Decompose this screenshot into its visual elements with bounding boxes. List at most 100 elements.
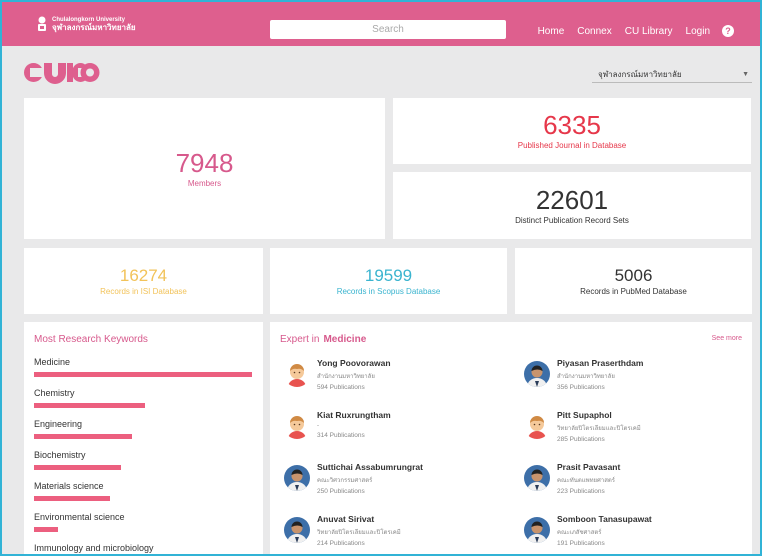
expert-publications: 594 Publications [317,384,365,391]
keyword-label: Immunology and microbiology [34,543,154,553]
expert-department: คณะวิศวกรรมศาสตร์ [317,478,373,484]
avatar [284,465,310,491]
members-card: 7948 Members [24,98,385,239]
expert-card[interactable]: Suttichai Assabumrungrat คณะวิศวกรรมศาสตร… [284,462,484,495]
organization-select[interactable]: จุฬาลงกรณ์มหาวิทยาลัย ▼ [592,67,752,83]
record-sets-label: Distinct Publication Record Sets [515,215,629,225]
isi-label: Records in ISI Database [100,286,187,296]
expert-department: สำนักงานมหาวิทยาลัย [317,374,375,380]
keyword-item[interactable]: Environmental science [34,512,125,532]
logo-english: Chulalongkorn University [52,16,126,23]
expert-publications: 314 Publications [317,432,365,439]
research-keywords-panel: Most Research Keywords Medicine Chemistry… [24,322,263,556]
expert-card[interactable]: Prasit Pavasant คณะทันตแพทยศาสตร์ 223 Publ… [524,462,724,495]
expert-department: - [317,423,319,429]
expert-department: สำนักงานมหาวิทยาลัย [557,374,615,380]
members-count: 7948 [175,147,234,178]
expert-publications: 285 Publications [557,436,605,443]
university-logo[interactable]: Chulalongkorn University จุฬาลงกรณ์มหาวิ… [36,16,136,32]
expert-name[interactable]: Pitt Supaphol [557,410,641,420]
nav-home-link[interactable]: Home [538,26,565,37]
keywords-title: Most Research Keywords [34,334,148,345]
nav-cu-library-link[interactable]: CU Library [625,26,673,37]
keyword-bar [34,527,58,532]
expert-publications: 214 Publications [317,540,365,547]
organization-select-value: จุฬาลงกรณ์มหาวิทยาลัย [598,70,682,79]
see-more-link[interactable]: See more [712,335,742,342]
keyword-label: Biochemistry [34,450,86,460]
expert-department: คณะเภสัชศาสตร์ [557,530,602,536]
avatar [284,517,310,543]
search-input[interactable] [270,20,506,39]
journal-label: Published Journal in Database [517,141,627,150]
expert-name[interactable]: Prasit Pavasant [557,462,620,472]
avatar-placeholder-icon [284,361,310,387]
expert-name[interactable]: Piyasan Praserthdam [557,358,643,368]
expert-panel: Expert in Medicine See more Yong Poovoraw… [270,322,752,556]
isi-card: 16274 Records in ISI Database [24,248,263,314]
published-journal-card: 6335 Published Journal in Database [393,98,751,164]
avatar [524,465,550,491]
keyword-bar [34,372,252,377]
expert-publications: 356 Publications [557,384,605,391]
expert-card[interactable]: Piyasan Praserthdam สำนักงานมหาวิทยาลัย 35… [524,358,724,391]
record-sets-card: 22601 Distinct Publication Record Sets [393,172,751,239]
help-icon[interactable]: ? [722,25,734,37]
keyword-label: Chemistry [34,388,75,398]
keyword-bar [34,496,110,501]
isi-count: 16274 [119,265,168,285]
avatar [524,361,550,387]
nav-connex-link[interactable]: Connex [577,26,611,37]
keyword-item[interactable]: Engineering [34,419,132,439]
main-nav: Home Connex CU Library Login ? [525,25,734,37]
keyword-item[interactable]: Biochemistry [34,450,121,470]
keyword-item[interactable]: Medicine [34,357,252,377]
keyword-label: Engineering [34,419,83,429]
expert-publications: 223 Publications [557,488,605,495]
top-navbar: Chulalongkorn University จุฬาลงกรณ์มหาวิ… [2,2,760,46]
university-emblem-icon [38,16,46,31]
pubmed-card: 5006 Records in PubMed Database [515,248,752,314]
keyword-label: Environmental science [34,512,125,522]
expert-department: วิทยาลัยปิโตรเลียมและปิโตรเคมี [557,426,641,432]
avatar [524,517,550,543]
expert-card[interactable]: Somboon Tanasupawat คณะเภสัชศาสตร์ 191 Pub… [524,514,724,547]
expert-name[interactable]: Kiat Ruxrungtham [317,410,391,420]
expert-card[interactable]: Pitt Supaphol วิทยาลัยปิโตรเลียมและปิโตรเ… [524,410,724,443]
avatar-placeholder-icon [284,413,310,439]
expert-name[interactable]: Suttichai Assabumrungrat [317,462,423,472]
expert-department: วิทยาลัยปิโตรเลียมและปิโตรเคมี [317,530,401,536]
avatar-placeholder-icon [524,413,550,439]
keyword-item[interactable]: Materials science [34,481,110,501]
expert-card[interactable]: Anuvat Sirivat วิทยาลัยปิโตรเลียมและปิโตร… [284,514,484,547]
expert-name[interactable]: Anuvat Sirivat [317,514,401,524]
cu-ico-brand-logo [24,63,100,84]
logo-thai: จุฬาลงกรณ์มหาวิทยาลัย [52,22,136,32]
scopus-card: 19599 Records in Scopus Database [270,248,507,314]
expert-name[interactable]: Yong Poovorawan [317,358,391,368]
scopus-count: 19599 [364,265,413,285]
pubmed-label: Records in PubMed Database [580,286,687,296]
expert-heading: Expert in Medicine [280,334,366,345]
journal-count: 6335 [543,110,601,140]
pubmed-count: 5006 [614,265,653,285]
expert-title: Expert in [280,334,320,345]
keyword-label: Materials science [34,481,104,491]
keyword-bar [34,403,145,408]
expert-department: คณะทันตแพทยศาสตร์ [557,478,616,484]
expert-card[interactable]: Yong Poovorawan สำนักงานมหาวิทยาลัย 594 Pu… [284,358,484,391]
nav-login-link[interactable]: Login [686,26,710,37]
members-label: Members [187,178,222,188]
record-sets-count: 22601 [535,184,609,215]
expert-name[interactable]: Somboon Tanasupawat [557,514,652,524]
keyword-bar [34,465,121,470]
keyword-bar [34,434,132,439]
expert-publications: 191 Publications [557,540,605,547]
scopus-label: Records in Scopus Database [336,286,441,296]
expert-card[interactable]: Kiat Ruxrungtham - 314 Publications [284,410,484,439]
expert-field[interactable]: Medicine [323,334,366,345]
expert-publications: 250 Publications [317,488,365,495]
keyword-item[interactable]: Chemistry [34,388,145,408]
keyword-item[interactable]: Immunology and microbiology [34,543,154,553]
chevron-down-icon: ▼ [742,71,749,78]
